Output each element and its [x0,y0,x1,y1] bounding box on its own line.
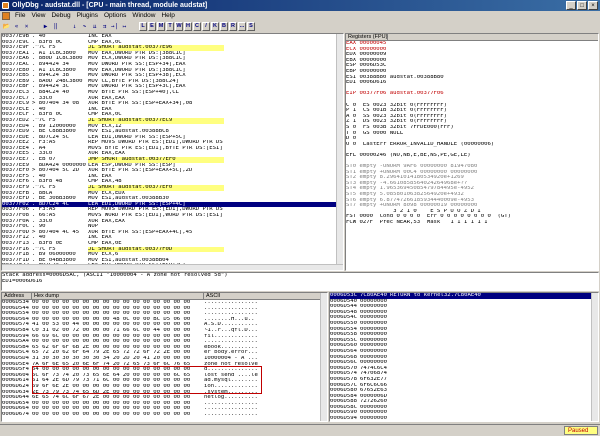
register-line[interactable]: FCW 027F Prec NEAR,53 Mask 1 1 1 1 1 1 [346,220,598,226]
close-button[interactable]: × [588,1,598,10]
disassembly-list: 00377E9B. 40 INC EAX 00377E9C. 83F8 0C CMP … [2,34,343,270]
register-value: EDI 0006D616 [346,80,387,86]
registers-header[interactable]: Registers (FPU) [346,34,598,41]
menu-plugins[interactable]: Plugins [74,11,101,21]
dump-highlight-box [32,366,262,394]
title-bar: OllyDbg - audstat.dll - [CPU - main thre… [0,0,600,11]
status-paused-badge: Paused [564,426,598,435]
toolbar-window-button-0[interactable]: L [139,22,147,31]
register-value: O 0 LastErr ERROR_INVALID_HANDLE (000000… [346,141,495,147]
menu-window[interactable]: Window [129,11,158,21]
menu-help[interactable]: Help [158,11,177,21]
toolbar-separator [130,22,138,31]
minimize-button[interactable]: _ [566,1,576,10]
toolbar-window-button-6[interactable]: C [193,22,201,31]
dump-pane[interactable]: Address Hex dump ASCII 0006D534 00 00 00 … [1,292,328,422]
toolbar-window-button-1[interactable]: E [148,22,156,31]
dump-ascii: ................ [204,411,258,417]
window-controls: _ □ × [566,1,598,10]
stack-list: 0006D53C 7C80AE40 RETURN to kernel32.7C80A… [330,293,598,421]
dump-col-hex[interactable]: Hex dump [32,293,204,299]
registers-pane[interactable]: Registers (FPU) EAX 00000045 ECX 00000000… [345,33,599,271]
toolbar-window-button-12[interactable]: S [247,22,255,31]
trace-over-icon[interactable]: ⇉ [100,22,109,31]
step-into-icon[interactable]: ↓ [70,22,79,31]
dump-header: Address Hex dump ASCII [2,293,327,300]
pause-icon[interactable]: ‖ [51,22,60,31]
mdi-window-icon[interactable] [2,12,10,20]
menu-bar: File View Debug Plugins Options Window H… [0,11,600,21]
maximize-button[interactable]: □ [577,1,587,10]
dump-col-ascii[interactable]: ASCII [204,293,327,299]
disassembly-hscrollbar[interactable] [2,264,343,270]
dump-scrollbar[interactable] [320,293,327,421]
dump-col-address[interactable]: Address [2,293,32,299]
menu-file[interactable]: File [12,11,28,21]
step-over-icon[interactable]: ↷ [80,22,89,31]
toolbar-window-button-11[interactable]: ... [238,22,246,31]
toolbar-window-button-5[interactable]: H [184,22,192,31]
disassembly-pane[interactable]: 00377E9B. 40 INC EAX 00377E9C. 83F8 0C CMP … [1,33,344,271]
menu-debug[interactable]: Debug [48,11,73,21]
stack-pane[interactable]: 0006D53C 7C80AE40 RETURN to kernel32.7C80A… [329,292,599,422]
goto-icon[interactable]: ↦ [120,22,129,31]
toolbar-window-button-7[interactable]: / [202,22,210,31]
execute-till-return-icon[interactable]: →| [110,22,119,31]
open-icon[interactable]: 📂 [2,22,11,31]
toolbar-window-button-4[interactable]: W [175,22,183,31]
status-bar: Paused [0,424,600,436]
register-value: EIP 00377F06 audstat.00377F06 [346,91,444,97]
dump-address: 0006D674 [2,411,29,417]
toolbar-window-button-8[interactable]: K [211,22,219,31]
toolbar-window-button-10[interactable]: R [229,22,237,31]
info-pane: Stack address=0006D5AC, (ASCII "10000004… [1,272,599,291]
toolbar-window-button-2[interactable]: M [157,22,165,31]
close-icon[interactable]: × [22,22,31,31]
restart-icon[interactable]: « [12,22,21,31]
register-value: FCW 027F Prec NEAR,53 Mask 1 1 1 1 1 1 [346,220,488,225]
toolbar-separator [32,22,40,31]
stack-scrollbar[interactable] [591,293,598,421]
menu-view[interactable]: View [28,11,48,21]
trace-into-icon[interactable]: ⇊ [90,22,99,31]
dump-list: 0006D534 00 00 00 00 00 00 00 00 00 00 00… [2,300,327,417]
registers-list: EAX 00000045 ECX 00000000 EDX 00000009 EBX … [346,41,598,226]
info-line-edi: EDI=0006D616 [2,278,43,284]
registers-title: Registers (FPU) [348,34,389,40]
register-value: EFL 00000246 (NO,NB,E,BE,NS,PE,GE,LE) [346,152,471,158]
dump-hex: 00 00 00 00 00 00 00 00 00 00 00 00 00 0… [32,411,191,417]
ollydbg-app-icon[interactable] [2,2,9,9]
window-title: OllyDbg - audstat.dll - [CPU - main thre… [12,2,208,9]
run-icon[interactable]: ▶ [41,22,50,31]
toolbar: 📂 «× ▶ ‖ ↓ ↷ ⇊ ⇉ →| ↦ L E M T W H C / K B R... S [0,21,600,32]
dump-row[interactable]: 0006D674 00 00 00 00 00 00 00 00 00 00 00… [2,412,327,418]
toolbar-separator [61,22,69,31]
toolbar-window-button-9[interactable]: B [220,22,228,31]
disassembly-scrollbar[interactable] [336,34,343,270]
toolbar-window-button-3[interactable]: T [166,22,174,31]
menu-options[interactable]: Options [101,11,129,21]
